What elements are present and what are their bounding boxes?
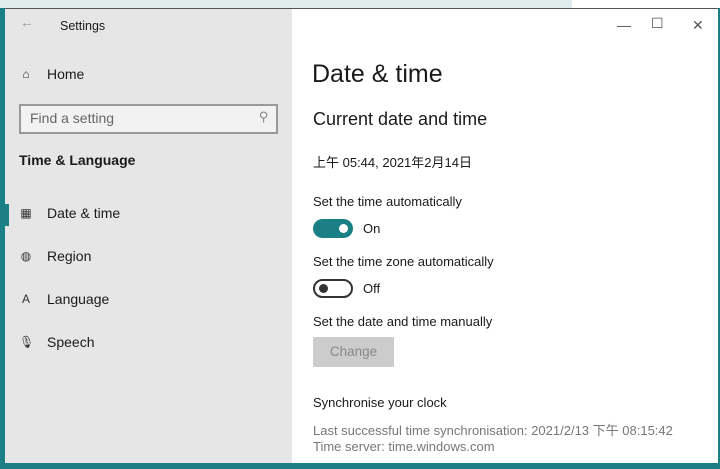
microphone-icon: 🎙 [19, 335, 35, 349]
sync-heading: Synchronise your clock [313, 395, 447, 410]
close-button[interactable]: ✕ [692, 17, 704, 34]
sidebar-item-home[interactable]: ⌂ Home [19, 66, 84, 82]
home-label: Home [47, 66, 85, 82]
minimize-button[interactable]: — [617, 17, 631, 33]
settings-window: ← Settings ⌂ Home Find a setting ⚲ Time & … [5, 8, 718, 463]
auto-timezone-toggle[interactable] [313, 279, 353, 298]
sidebar-item-language[interactable]: A Language [19, 291, 109, 307]
sidebar-item-label: Language [47, 291, 110, 307]
auto-time-label: Set the time automatically [313, 194, 462, 209]
home-icon: ⌂ [22, 67, 30, 81]
time-server-text: Time server: time.windows.com [313, 439, 495, 454]
back-button[interactable]: ← [20, 14, 34, 30]
globe-icon: ◍ [20, 249, 32, 263]
section-heading: Time & Language [19, 152, 136, 168]
background-window [0, 0, 572, 8]
sidebar: ← Settings ⌂ Home Find a setting ⚲ Time & … [5, 9, 292, 463]
language-icon: A [21, 292, 30, 306]
auto-timezone-label: Set the time zone automatically [313, 254, 494, 269]
auto-time-toggle[interactable] [313, 219, 353, 238]
section-title: Current date and time [313, 109, 488, 129]
search-placeholder: Find a setting [30, 110, 115, 126]
page-title: Date & time [312, 60, 443, 88]
maximize-button[interactable]: ☐ [651, 15, 664, 32]
last-sync-text: Last successful time synchronisation: 20… [313, 423, 673, 438]
sidebar-item-label: Region [47, 248, 92, 264]
auto-time-state: On [363, 221, 381, 236]
sidebar-item-speech[interactable]: 🎙 Speech [19, 334, 94, 350]
calendar-clock-icon: ▦ [20, 206, 32, 220]
sidebar-item-date-time[interactable]: ▦ Date & time [19, 205, 120, 221]
main-content: — ☐ ✕ Date & time Current date and time … [292, 9, 718, 463]
search-input[interactable]: Find a setting ⚲ [19, 104, 278, 134]
current-datetime: 上午 05:44, 2021年2月14日 [313, 155, 472, 170]
change-button[interactable]: Change [313, 337, 394, 367]
app-title: Settings [60, 19, 106, 33]
auto-timezone-state: Off [363, 281, 381, 296]
sidebar-item-label: Date & time [47, 205, 121, 221]
search-icon: ⚲ [259, 109, 269, 124]
selected-indicator [5, 204, 9, 226]
sidebar-item-label: Speech [47, 334, 95, 350]
sidebar-item-region[interactable]: ◍ Region [19, 248, 92, 264]
manual-label: Set the date and time manually [313, 314, 493, 329]
